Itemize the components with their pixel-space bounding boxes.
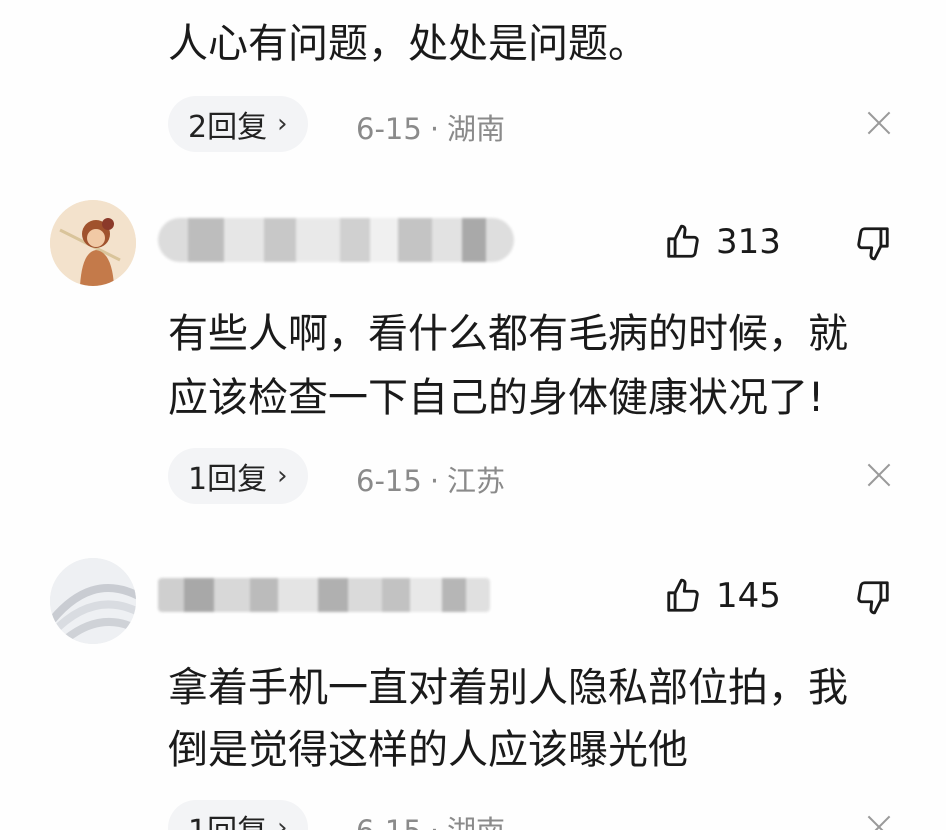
reply-count-label: 1回复 bbox=[188, 462, 268, 497]
chevron-right-icon: › bbox=[277, 813, 288, 830]
comment-meta: 6-15 · 湖南 bbox=[356, 808, 505, 830]
comment-text-line: 有些人啊，看什么都有毛病的时候，就 bbox=[168, 311, 848, 357]
meta-separator: · bbox=[429, 464, 440, 498]
comment-location: 湖南 bbox=[447, 112, 506, 146]
meta-separator: · bbox=[429, 112, 440, 146]
like-button[interactable]: 145 bbox=[664, 576, 781, 616]
thumbs-up-icon bbox=[667, 578, 699, 612]
close-icon[interactable] bbox=[866, 462, 892, 488]
close-icon[interactable] bbox=[866, 110, 892, 136]
thumbs-up-icon bbox=[667, 224, 699, 258]
comment-text-line: 拿着手机一直对着别人隐私部位拍，我 bbox=[168, 665, 848, 711]
reply-count-button[interactable]: 2回复 › bbox=[168, 96, 308, 152]
like-count: 145 bbox=[716, 576, 781, 616]
dislike-button[interactable] bbox=[854, 224, 892, 266]
close-icon[interactable] bbox=[866, 814, 892, 830]
comment-list: 人心有问题，处处是问题。 2回复 › 6-15 · 湖南 313 有些人啊，看什… bbox=[0, 0, 946, 830]
chevron-right-icon: › bbox=[277, 109, 288, 139]
like-count: 313 bbox=[716, 222, 781, 262]
comment-text-line: 倒是觉得这样的人应该曝光他 bbox=[168, 727, 688, 773]
comment-date: 6-15 bbox=[356, 464, 422, 498]
comment-date: 6-15 bbox=[356, 112, 422, 146]
avatar[interactable] bbox=[50, 558, 136, 644]
comment-text-line: 人心有问题，处处是问题。 bbox=[168, 21, 648, 67]
comment-meta: 6-15 · 江苏 bbox=[356, 458, 505, 500]
thumbs-down-icon bbox=[857, 227, 889, 261]
meta-separator: · bbox=[430, 814, 439, 830]
reply-count-label: 1回复 bbox=[188, 806, 267, 830]
username-blurred[interactable] bbox=[158, 218, 514, 262]
avatar[interactable] bbox=[50, 200, 136, 286]
avatar-illustration bbox=[50, 200, 136, 286]
username-blurred[interactable] bbox=[158, 578, 490, 612]
thumbs-down-icon bbox=[857, 581, 889, 615]
comment-text-line: 应该检查一下自己的身体健康状况了! bbox=[168, 375, 825, 421]
reply-count-label: 2回复 bbox=[188, 110, 268, 145]
reply-count-button[interactable]: 1回复 › bbox=[168, 800, 308, 830]
reply-count-button[interactable]: 1回复 › bbox=[168, 448, 308, 504]
chevron-right-icon: › bbox=[277, 461, 288, 491]
comment-meta: 6-15·湖南 bbox=[356, 106, 505, 148]
dislike-button[interactable] bbox=[854, 578, 892, 620]
comment-date: 6-15 bbox=[356, 814, 422, 830]
comment-location: 湖南 bbox=[447, 814, 505, 830]
avatar-illustration bbox=[50, 558, 136, 644]
like-button[interactable]: 313 bbox=[664, 222, 781, 262]
comment-location: 江苏 bbox=[447, 464, 506, 498]
